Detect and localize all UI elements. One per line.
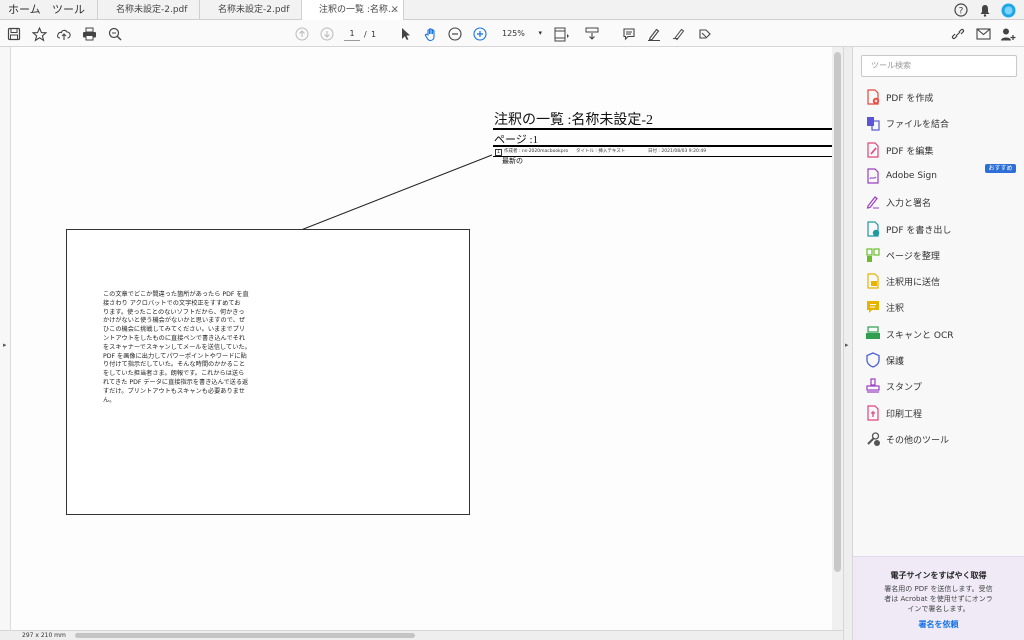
text-line: この文章でどこか間違った箇所があったら PDF を直 [103,291,249,298]
edit-pdf-icon [865,142,881,158]
tool-item-label: Adobe Sign [886,171,937,181]
document-body: この文章でどこか間違った箇所があったら PDF を直 接さわり アクロバットでの… [103,291,251,405]
tool-item-label: 注釈 [886,303,905,314]
tool-item[interactable]: ページを整理 [865,246,940,264]
help-icon[interactable]: ? [952,1,970,19]
add-user-icon[interactable] [998,24,1018,44]
page-dimensions: 297 x 210 mm [22,632,66,639]
notification-bell-icon[interactable] [976,1,994,19]
tool-item-label: 保護 [886,356,905,367]
export-pdf-icon [865,221,881,237]
tool-item-label: スキャンと OCR [886,330,954,341]
document-page: この文章でどこか間違った箇所があったら PDF を直 接さわり アクロバットでの… [66,229,470,515]
tool-item[interactable]: スタンプ [865,377,922,395]
tool-item-label: スタンプ [886,382,922,393]
send-comments-icon [865,273,881,289]
scan-ocr-icon [865,326,881,342]
tool-item[interactable]: スキャンと OCR [865,325,953,343]
protect-icon [865,352,881,368]
stamp-icon [865,378,881,394]
create-pdf-icon [865,89,881,105]
promo-body: 署名用の PDF を送信します。受信 者は Acrobat を使用せずにオンラ … [853,584,1024,614]
svg-text:?: ? [959,7,964,17]
link-share-icon[interactable] [948,24,968,44]
email-icon[interactable] [973,24,993,44]
request-signature-link[interactable]: 署名を依頼 [853,619,1024,630]
horizontal-scroll-thumb[interactable] [75,633,415,638]
combine-files-icon [865,115,881,131]
text-line: 接さわり アクロバットでの文字校正をすすめてお [103,299,241,307]
tool-item-label: 注釈用に送信 [886,277,941,288]
text-line: をしていた担当者さま。朗報です。これからは送ら [103,370,245,378]
tool-item-label: ページを整理 [886,251,940,262]
tool-item[interactable]: 注釈 [865,298,904,316]
organize-pages-icon [865,247,881,263]
text-line: ん。 [103,396,116,404]
text-line: をスキャナーでスキャンしてメールを送信していた。 [103,343,251,351]
esign-promo: 電子サインをすばやく取得 署名用の PDF を送信します。受信 者は Acrob… [853,556,1024,640]
tool-item[interactable]: 注釈用に送信 [865,272,940,290]
tools-pane [852,47,1024,640]
tool-item-label: PDF を編集 [886,146,934,157]
comment-icon [865,299,881,315]
promo-body-line: インで署名します。 [907,605,970,613]
recommended-badge: おすすめ [985,164,1016,173]
promo-body-line: 署名用の PDF を送信します。受信 [884,585,993,593]
tool-item[interactable]: ファイルを結合 [865,114,949,132]
tool-item[interactable]: PDF を作成 [865,88,933,106]
tool-item-label: ファイルを結合 [886,119,950,130]
account-avatar-icon[interactable] [999,1,1017,19]
tool-item-label: PDF を作成 [886,93,934,104]
tool-item[interactable]: PDF を編集 [865,141,933,159]
print-production-icon [865,405,881,421]
text-line: り付けて指示だしていた。そんな時間のかかること [103,361,246,369]
promo-body-line: 者は Acrobat を使用せずにオンラ [884,595,993,603]
tool-search-input[interactable]: ツール検索 [861,55,1017,77]
tool-item[interactable]: PDF を書き出し [865,220,951,238]
tool-item-label: 印刷工程 [886,409,923,420]
text-line: れてきた PDF データに直接指示を書き込んで送る返 [103,378,249,386]
tool-item-label: その他のツール [886,435,950,446]
fill-sign-icon [865,194,881,210]
tool-item[interactable]: 印刷工程 [865,404,922,422]
right-panel-collapse-strip[interactable]: ▸ [843,47,852,640]
tool-item-label: PDF を書き出し [886,225,952,236]
text-line: ひこの機会に挑戦してみてください。いままでプリ [103,326,245,334]
tool-item[interactable]: その他のツール [865,430,949,448]
tool-item-label: 入力と署名 [886,198,932,209]
promo-title: 電子サインをすばやく取得 [890,571,987,580]
text-line: すだけ。プリントアウトもスキャンも必要ありませ [103,387,245,395]
text-line: かけがないと使う機会がないかと思いますので、ぜ [103,317,246,325]
text-line: ントアウトをしたものに直接ペンで書き込んでそれ [103,334,246,342]
tool-item[interactable]: 入力と署名 [865,193,931,211]
vertical-scroll-thumb[interactable] [834,52,841,572]
tool-item[interactable]: Adobe Sign [865,167,937,185]
tool-item[interactable]: 保護 [865,351,904,369]
collapse-right-panel-icon[interactable]: ▸ [845,341,849,349]
more-tools-icon [865,431,881,447]
adobe-sign-icon [865,168,881,184]
